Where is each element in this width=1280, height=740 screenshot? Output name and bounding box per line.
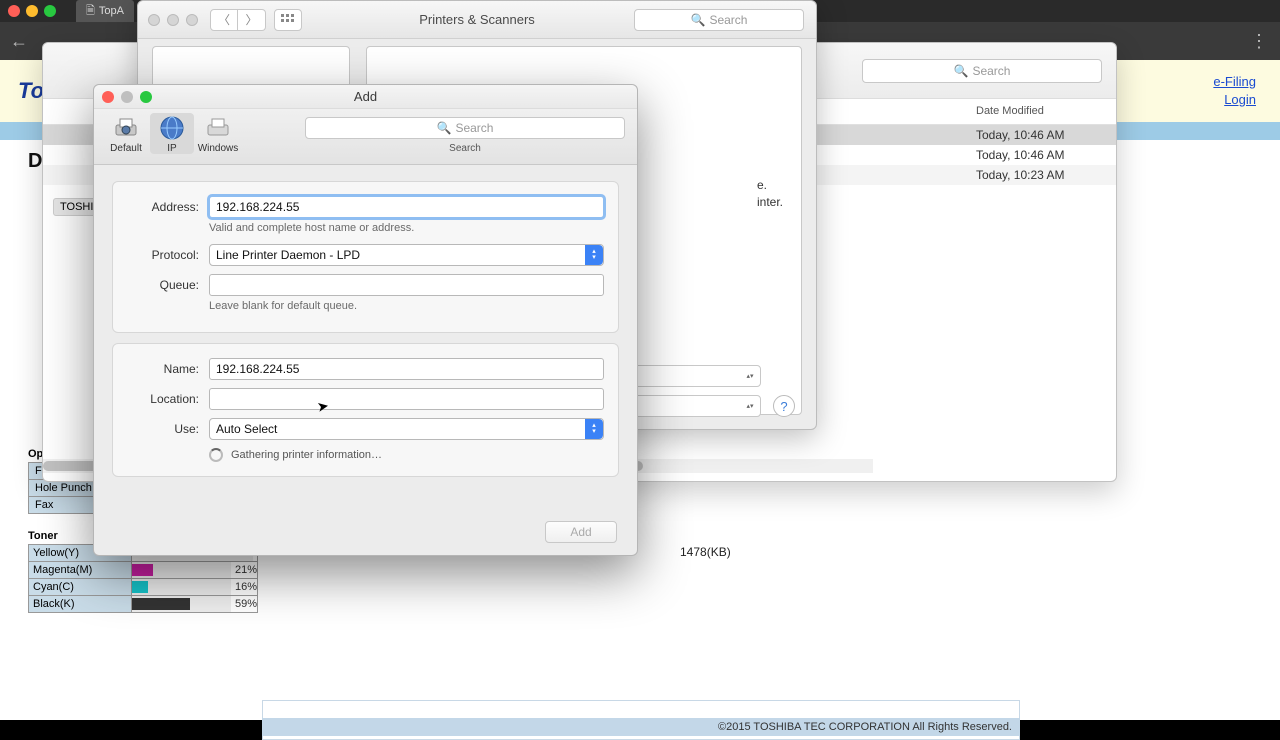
- identity-panel: Name: Location: Use: Auto Select Gatheri…: [112, 343, 619, 477]
- toner-name: Cyan(C): [29, 579, 131, 595]
- address-hint: Valid and complete host name or address.: [209, 222, 604, 234]
- date-cell: Today, 10:23 AM: [966, 168, 1116, 182]
- finder-search-ph: Search: [972, 64, 1010, 78]
- page-footer: ©2015 TOSHIBA TEC CORPORATION All Rights…: [262, 718, 1020, 736]
- queue-hint: Leave blank for default queue.: [209, 300, 604, 312]
- tab-ip[interactable]: IP: [150, 113, 194, 154]
- date-cell: Today, 10:46 AM: [966, 128, 1116, 142]
- chevron-updown-icon: [585, 245, 603, 265]
- chevron-updown-icon: [585, 419, 603, 439]
- page-icon: 🗎: [86, 2, 95, 21]
- toner-pct: 59%: [235, 598, 257, 610]
- close-icon[interactable]: [148, 14, 160, 26]
- browser-tab[interactable]: 🗎 TopA: [76, 0, 134, 23]
- menu-icon[interactable]: ⋮: [1250, 31, 1268, 52]
- search-icon: 🔍: [437, 121, 452, 135]
- toner-name: Magenta(M): [29, 562, 131, 578]
- printer-icon: [203, 115, 233, 141]
- use-label: Use:: [127, 422, 199, 436]
- toner-bar: [131, 579, 231, 595]
- minimize-icon[interactable]: [26, 5, 38, 17]
- location-input[interactable]: [209, 388, 604, 410]
- close-icon[interactable]: [8, 5, 20, 17]
- protocol-label: Protocol:: [127, 248, 199, 262]
- toner-name: Black(K): [29, 596, 131, 612]
- status-text: Gathering printer information…: [231, 449, 382, 461]
- zoom-icon[interactable]: [186, 14, 198, 26]
- toner-bar: [131, 562, 231, 578]
- link-login[interactable]: Login: [1213, 91, 1256, 109]
- toner-pct: 21%: [235, 564, 257, 576]
- name-label: Name:: [127, 362, 199, 376]
- address-input[interactable]: [209, 196, 604, 218]
- tab-default[interactable]: Default: [104, 113, 148, 154]
- use-select[interactable]: Auto Select: [209, 418, 604, 440]
- toner-row: Black(K) 59%: [28, 595, 258, 613]
- add-printer-window: Add Default IP Windows 🔍 Search Search A…: [93, 84, 638, 556]
- add-button: Add: [545, 521, 617, 543]
- address-label: Address:: [127, 200, 199, 214]
- tab-windows[interactable]: Windows: [196, 113, 240, 154]
- protocol-select[interactable]: Line Printer Daemon - LPD: [209, 244, 604, 266]
- date-cell: Today, 10:46 AM: [966, 148, 1116, 162]
- toner-row: Cyan(C) 16%: [28, 578, 258, 596]
- name-input[interactable]: [209, 358, 604, 380]
- globe-icon: [157, 115, 187, 141]
- window-title: Add: [94, 89, 637, 104]
- queue-label: Queue:: [127, 278, 199, 292]
- connection-panel: Address: Valid and complete host name or…: [112, 181, 619, 333]
- file-size: 1478(KB): [680, 545, 731, 559]
- help-button[interactable]: ?: [773, 395, 795, 417]
- printer-icon: [111, 115, 141, 141]
- link-efiling[interactable]: e-Filing: [1213, 73, 1256, 91]
- location-label: Location:: [127, 392, 199, 406]
- nav-back-button[interactable]: 〈: [210, 9, 238, 31]
- toolbar-search-label: Search: [305, 143, 625, 154]
- browser-tab-label: TopA: [99, 5, 124, 17]
- toolbar-search[interactable]: 🔍 Search: [305, 117, 625, 139]
- minimize-icon[interactable]: [167, 14, 179, 26]
- show-all-button[interactable]: [274, 9, 302, 31]
- toner-pct: 16%: [235, 581, 257, 593]
- toner-bar: [131, 596, 231, 612]
- col-date-modified[interactable]: Date Modified: [966, 99, 1116, 124]
- back-icon[interactable]: ←: [10, 31, 28, 52]
- search-icon: 🔍: [954, 64, 969, 78]
- queue-input[interactable]: [209, 274, 604, 296]
- toner-row: Magenta(M) 21%: [28, 561, 258, 579]
- finder-search[interactable]: 🔍 Search: [862, 59, 1102, 83]
- prefs-search[interactable]: 🔍 Search: [634, 9, 804, 31]
- zoom-icon[interactable]: [44, 5, 56, 17]
- spinner-icon: [209, 448, 223, 462]
- search-icon: 🔍: [691, 13, 706, 27]
- nav-forward-button[interactable]: 〉: [238, 9, 266, 31]
